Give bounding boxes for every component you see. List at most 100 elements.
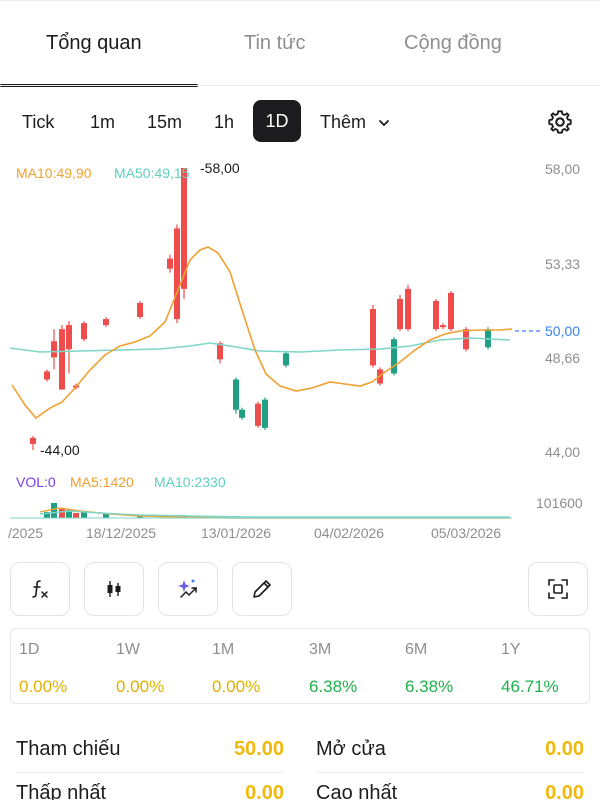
price-axis-tick: 44,00 [545, 444, 581, 460]
chevron-down-icon [379, 120, 389, 127]
candle-up [262, 399, 268, 428]
ma10-legend: MA10:49,90 [16, 165, 92, 181]
stock-stats: Tham chiếu 50.00 Mở cửa 0.00 Thấp nhất 0… [0, 720, 600, 800]
candle-down [51, 341, 57, 358]
performance-cell[interactable]: 1D 0.00% [11, 629, 108, 705]
performance-period: 6M [405, 641, 428, 658]
performance-change: 6.38% [309, 677, 358, 696]
candle-down [66, 325, 72, 350]
candle-down [440, 325, 446, 328]
open-price-label: Mở cửa [316, 738, 386, 760]
tab-community[interactable]: Cộng đồng [404, 32, 502, 55]
price-axis-tick: 53,33 [545, 256, 581, 272]
performance-period: 3M [309, 641, 332, 658]
price-candles [30, 168, 491, 450]
candle-down [137, 302, 143, 318]
main-tabs: Tổng quan Tin tức Cộng đồng [0, 14, 600, 87]
candle-down [174, 228, 180, 320]
price-axis-tick: 48,66 [545, 350, 581, 366]
volume-ma5-legend: MA5:1420 [70, 474, 134, 490]
reference-price-value: 50.00 [233, 738, 284, 760]
candlestick-icon [107, 581, 121, 597]
performance-cell[interactable]: 1Y 46.71% [493, 629, 590, 705]
candle-up [233, 379, 239, 410]
interval-1m[interactable]: 1m [90, 110, 115, 134]
gear-icon [548, 110, 572, 134]
draw-button[interactable] [232, 562, 292, 616]
date-axis-tick: 13/01/2026 [201, 525, 272, 541]
reference-price-label: Tham chiếu [16, 738, 121, 760]
candle-up [283, 353, 289, 366]
candle-down [103, 319, 109, 326]
performance-period: 1Y [501, 641, 521, 658]
price-axis-tick: 58,00 [545, 161, 581, 177]
volume-legend: VOL:0 [16, 474, 56, 490]
candle-down [463, 329, 469, 350]
interval-1d[interactable]: 1D [253, 100, 301, 142]
performance-period: 1D [19, 641, 40, 658]
date-axis-tick: 18/12/2025 [86, 525, 157, 541]
candle-up [239, 409, 245, 418]
pencil-icon [253, 580, 271, 598]
date-axis-tick: 04/02/2026 [314, 525, 385, 541]
more-intervals-button[interactable]: Thêm [320, 110, 391, 134]
interval-1h[interactable]: 1h [214, 110, 234, 134]
volume-bar [73, 513, 79, 518]
candle-down [397, 298, 403, 330]
candle-down [81, 323, 87, 340]
tab-news[interactable]: Tin tức [244, 32, 306, 55]
fullscreen-button[interactable] [528, 562, 588, 616]
ai-analysis-button[interactable] [158, 562, 218, 616]
last-price-tag: 50,00 [545, 323, 581, 339]
open-price-value: 0.00 [545, 738, 584, 760]
candle-down [255, 403, 261, 426]
interval-tick[interactable]: Tick [22, 110, 54, 134]
date-axis-tick: 05/03/2026 [431, 525, 502, 541]
chart-tools [0, 560, 600, 618]
performance-cell[interactable]: 1W 0.00% [108, 629, 205, 705]
candle-down [433, 300, 439, 330]
low-price-stat-label: Thấp nhất [16, 782, 107, 800]
volume-ma10-line [39, 510, 510, 518]
performance-change: 0.00% [116, 677, 165, 696]
performance-cell[interactable]: 6M 6.38% [397, 629, 494, 705]
performance-period: 1W [116, 641, 140, 658]
ma50-legend: MA50:49,15 [114, 165, 190, 181]
candle-down [167, 258, 173, 269]
indicator-button[interactable] [10, 562, 70, 616]
candle-down [59, 329, 65, 390]
candle-down [44, 371, 50, 380]
stats-divider [316, 772, 584, 773]
chart-type-button[interactable] [84, 562, 144, 616]
high-price-stat-value: 0.00 [545, 782, 584, 800]
volume-bar [81, 512, 87, 518]
chart-canvas [9, 168, 542, 519]
chart-settings-button[interactable] [546, 108, 574, 136]
volume-bar [103, 514, 109, 518]
performance-cell[interactable]: 3M 6.38% [301, 629, 398, 705]
tab-overview[interactable]: Tổng quan [46, 32, 142, 55]
more-intervals-label: Thêm [320, 112, 367, 132]
screenshot-icon [548, 579, 568, 599]
top-divider [0, 0, 600, 1]
performance-period: 1M [212, 641, 235, 658]
performance-grid: 1D 0.00% 1W 0.00% 1M 0.00% 3M 6.38% 6M 6… [10, 628, 590, 704]
candle-down [405, 288, 411, 330]
candle-down [448, 292, 454, 330]
performance-cell[interactable]: 1M 0.00% [204, 629, 301, 705]
price-chart[interactable]: MA10:49,90 MA50:49,15 -58,00 -44,00 58,0… [0, 150, 600, 550]
volume-axis-tick: 101600 [536, 495, 583, 511]
candle-down [217, 343, 223, 360]
interval-15m[interactable]: 15m [147, 110, 182, 134]
function-icon [32, 580, 48, 598]
performance-change: 6.38% [405, 677, 454, 696]
ai-sparkle-icon [178, 579, 197, 598]
interval-bar: Tick 1m 15m 1h 1D Thêm [0, 100, 600, 144]
candle-down [370, 309, 376, 366]
performance-change: 0.00% [19, 677, 68, 696]
volume-bar [59, 509, 65, 518]
performance-change: 0.00% [212, 677, 261, 696]
ma50-line [9, 337, 511, 353]
performance-change: 46.71% [501, 677, 559, 696]
candle-down [30, 437, 36, 444]
